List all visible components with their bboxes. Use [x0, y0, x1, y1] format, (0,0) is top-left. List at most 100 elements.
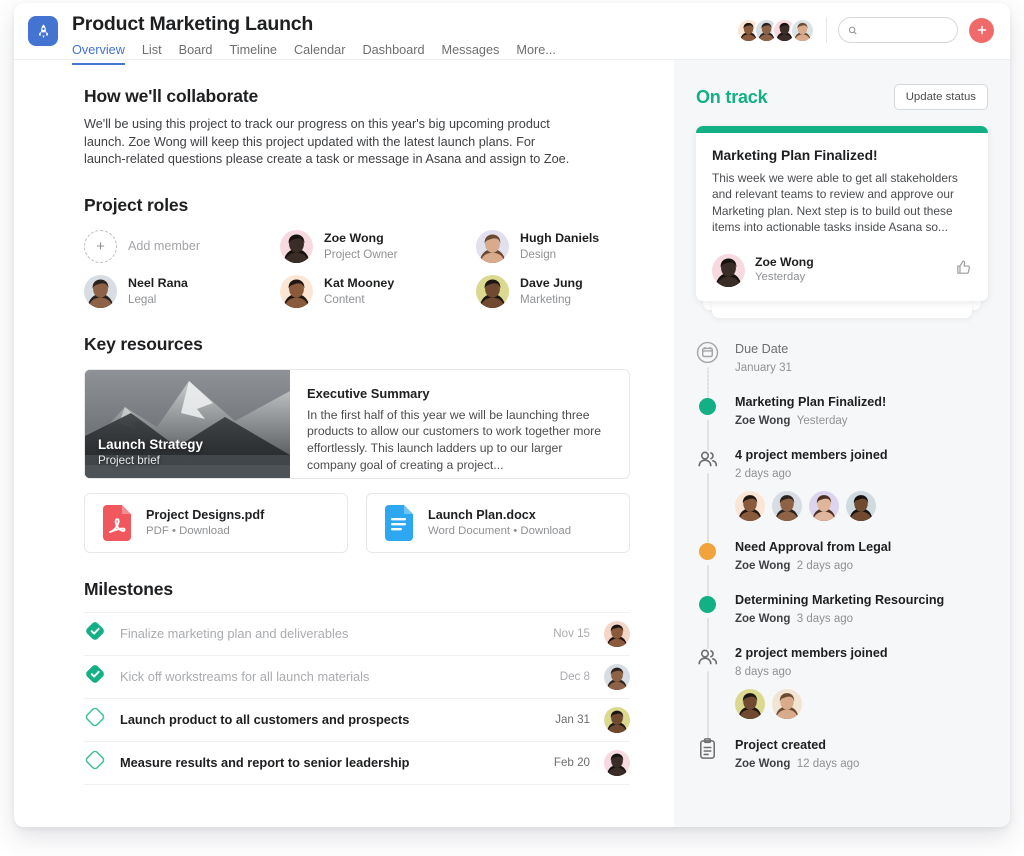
clipboard-icon	[696, 737, 720, 761]
status-header: On track Update status	[696, 84, 988, 110]
project-role-member[interactable]: Zoe Wong Project Owner	[280, 229, 476, 263]
role-member-name: Neel Rana	[128, 275, 188, 290]
tab-timeline[interactable]: Timeline	[229, 39, 276, 65]
tab-messages[interactable]: Messages	[442, 39, 500, 65]
avatar	[809, 490, 839, 521]
tab-dashboard[interactable]: Dashboard	[362, 39, 424, 65]
status-dot-icon	[696, 539, 720, 563]
plus-dashed-icon: +	[84, 229, 117, 263]
attachment-card[interactable]: Launch Plan.docx Word Document • Download	[366, 492, 630, 553]
milestone-row[interactable]: Measure results and report to senior lea…	[84, 742, 630, 785]
pdf-file-icon	[103, 504, 131, 541]
brief-text: Executive Summary In the first half of t…	[290, 370, 629, 478]
timeline-item[interactable]: Due Date January 31	[696, 341, 988, 398]
project-role-member[interactable]: Kat Mooney Content	[280, 274, 476, 308]
tab-board[interactable]: Board	[179, 39, 213, 65]
timeline-subtitle: Zoe Wong 3 days ago	[735, 612, 854, 625]
timeline-title: Due Date	[735, 341, 789, 356]
timeline-subtitle: 2 days ago	[735, 467, 792, 480]
timeline-title: Project created	[735, 737, 826, 752]
status-color-bar	[696, 126, 988, 133]
milestone-complete-icon[interactable]	[84, 663, 106, 690]
timeline-subtitle: Zoe Wong Yesterday	[735, 414, 848, 427]
milestone-label: Kick off workstreams for all launch mate…	[120, 669, 370, 685]
status-headline: Marketing Plan Finalized!	[712, 148, 878, 163]
avatar	[846, 490, 876, 521]
avatar	[604, 663, 630, 690]
project-role-member[interactable]: Neel Rana Legal	[84, 274, 280, 308]
timeline-avatar-row	[735, 688, 988, 719]
avatar	[772, 490, 802, 521]
avatar	[280, 229, 313, 263]
calendar-icon	[696, 341, 720, 365]
role-member-name: Hugh Daniels	[520, 230, 600, 245]
timeline-title: 2 project members joined	[735, 645, 888, 660]
pdf-file-icon	[100, 504, 133, 541]
tab-bar: Overview List Board Timeline Calendar Da…	[72, 39, 556, 65]
tab-more[interactable]: More...	[516, 39, 555, 65]
tab-calendar[interactable]: Calendar	[294, 39, 346, 65]
add-button[interactable]	[969, 17, 994, 43]
brief-title: Executive Summary	[307, 385, 430, 401]
avatar	[476, 274, 509, 308]
status-author-row: Zoe Wong Yesterday	[712, 253, 972, 287]
timeline-connector	[707, 472, 709, 543]
timeline-subtitle: Zoe Wong 12 days ago	[735, 757, 860, 770]
overview-main: How we'll collaborate We'll be using thi…	[14, 60, 674, 827]
avatar	[476, 229, 509, 263]
tab-overview[interactable]: Overview	[72, 39, 125, 65]
timeline-title: Determining Marketing Resourcing	[735, 592, 945, 607]
milestones-heading: Milestones	[84, 578, 173, 599]
update-status-button[interactable]: Update status	[893, 84, 988, 110]
attachment-name: Project Designs.pdf	[146, 507, 265, 522]
status-author-time: Yesterday	[755, 271, 806, 284]
milestone-row[interactable]: Finalize marketing plan and deliverables…	[84, 613, 630, 656]
thumbs-up-icon[interactable]	[955, 259, 972, 281]
timeline-title: Need Approval from Legal	[735, 539, 892, 554]
timeline-item[interactable]: Need Approval from Legal Zoe Wong 2 days …	[696, 539, 988, 596]
word-file-icon	[385, 504, 413, 541]
word-file-icon	[382, 504, 415, 541]
milestone-incomplete-icon[interactable]	[84, 706, 106, 733]
status-update-card[interactable]: Marketing Plan Finalized! This week we w…	[696, 126, 988, 301]
add-member-button[interactable]: + Add member	[84, 229, 280, 263]
milestone-complete-icon[interactable]	[84, 620, 106, 647]
timeline-item[interactable]: 4 project members joined 2 days ago	[696, 447, 988, 543]
rocket-icon[interactable]	[28, 16, 58, 46]
attachment-list: Project Designs.pdf PDF • Download Launch …	[84, 492, 630, 553]
project-role-member[interactable]: Dave Jung Marketing	[476, 274, 630, 308]
status-author-name: Zoe Wong	[755, 255, 814, 270]
header-divider	[826, 17, 827, 43]
milestone-row[interactable]: Kick off workstreams for all launch mate…	[84, 656, 630, 699]
milestone-label: Finalize marketing plan and deliverables	[120, 626, 349, 642]
resources-heading: Key resources	[84, 333, 203, 354]
timeline-subtitle: Zoe Wong 2 days ago	[735, 559, 854, 572]
timeline-avatar-row	[735, 490, 988, 521]
timeline-item[interactable]: Marketing Plan Finalized! Zoe Wong Yester…	[696, 394, 988, 451]
milestone-incomplete-icon[interactable]	[84, 749, 106, 776]
add-member-label: Add member	[128, 239, 201, 254]
project-brief-card[interactable]: Launch Strategy Project brief Executive …	[84, 368, 630, 479]
status-card-stack: Marketing Plan Finalized! This week we w…	[696, 126, 988, 318]
milestone-row[interactable]: Launch product to all customers and pros…	[84, 699, 630, 742]
timeline-item[interactable]: Project created Zoe Wong 12 days ago	[696, 737, 988, 772]
avatar	[84, 274, 117, 308]
avatar	[772, 688, 802, 719]
avatar	[712, 253, 745, 287]
tab-list[interactable]: List	[142, 39, 162, 65]
avatar	[735, 688, 765, 719]
attachment-card[interactable]: Project Designs.pdf PDF • Download	[84, 492, 348, 553]
brief-thumbnail: Launch Strategy Project brief	[85, 369, 290, 478]
search-box[interactable]	[838, 17, 958, 43]
milestone-date: Nov 15	[553, 627, 590, 641]
timeline-item[interactable]: 2 project members joined 8 days ago	[696, 645, 988, 741]
collaborate-body: We'll be using this project to track our…	[84, 117, 570, 167]
project-role-member[interactable]: Hugh Daniels Design	[476, 229, 630, 263]
people-icon	[696, 645, 720, 669]
search-input[interactable]	[862, 24, 948, 36]
search-icon	[848, 26, 857, 34]
timeline-item[interactable]: Determining Marketing Resourcing Zoe Wong…	[696, 592, 988, 649]
brief-overlay-caption: Launch Strategy Project brief	[98, 436, 203, 468]
member-avatar-stack[interactable]	[736, 17, 815, 43]
people-icon	[696, 447, 720, 471]
